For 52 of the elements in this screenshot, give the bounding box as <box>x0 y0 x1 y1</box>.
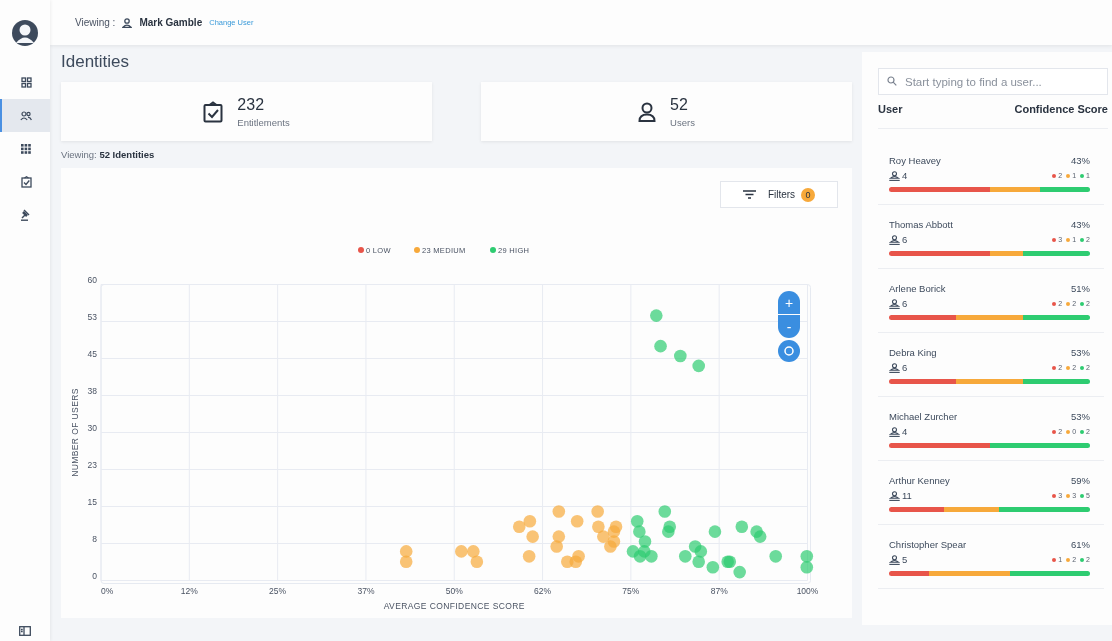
page-title: Identities <box>61 52 131 73</box>
x-tick-label: 75% <box>622 586 640 596</box>
x-tick-label: 62% <box>534 586 552 596</box>
y-tick-label: 8 <box>92 533 97 544</box>
stat-value: 52 <box>670 95 689 114</box>
confidence-score: 51% <box>1071 283 1090 294</box>
column-header: User <box>878 103 903 115</box>
user-count: 4 <box>902 170 908 181</box>
viewing-label: Viewing : <box>75 17 116 28</box>
user-count: 4 <box>902 426 908 437</box>
user-count: 5 <box>902 554 908 565</box>
column-header: Confidence Score <box>1014 103 1108 115</box>
y-tick-label: 38 <box>87 385 97 396</box>
y-axis-title: NUMBER OF USERS <box>70 388 80 477</box>
confidence-score: 53% <box>1071 411 1090 422</box>
x-tick-label: 100% <box>796 586 819 596</box>
stat-label: Users <box>670 116 695 128</box>
confidence-score: 43% <box>1071 155 1090 166</box>
confidence-score: 43% <box>1071 219 1090 230</box>
y-tick-label: 53 <box>87 311 97 322</box>
user-name: Arthur Kenney <box>889 475 950 486</box>
x-tick-label: 37% <box>357 586 375 596</box>
user-count: 6 <box>902 234 908 245</box>
user-name: Thomas Abbott <box>889 219 953 230</box>
x-tick-label: 0% <box>101 586 114 596</box>
user-name: Debra King <box>889 347 937 358</box>
y-tick-label: 15 <box>87 496 97 507</box>
user-count: 6 <box>902 362 908 373</box>
filter-count-badge: 0 <box>801 187 816 202</box>
x-tick-label: 25% <box>269 586 287 596</box>
y-tick-label: 23 <box>87 459 97 470</box>
y-tick-label: 60 <box>87 274 97 285</box>
y-tick-label: 45 <box>87 348 97 359</box>
user-name: Arlene Borick <box>889 283 946 294</box>
y-tick-label: 0 <box>92 570 97 581</box>
confidence-score: 59% <box>1071 475 1090 486</box>
x-tick-label: 50% <box>445 586 463 596</box>
user-name: Mark Gamble <box>139 17 203 28</box>
stat-value: 232 <box>237 95 266 114</box>
stat-label: Entitlements <box>237 116 290 128</box>
x-axis-title: AVERAGE CONFIDENCE SCORE <box>383 601 525 611</box>
y-tick-label: 30 <box>87 422 97 433</box>
user-name: Christopher Spear <box>889 539 967 550</box>
user-count: 11 <box>902 490 912 501</box>
confidence-score: 53% <box>1071 347 1090 358</box>
confidence-score: 61% <box>1071 539 1090 550</box>
viewing-summary: Viewing: 52 Identities <box>61 149 156 162</box>
user-name: Roy Heavey <box>889 155 941 166</box>
user-count: 6 <box>902 298 908 309</box>
x-tick-label: 12% <box>180 586 198 596</box>
user-name: Michael Zurcher <box>889 411 958 422</box>
x-tick-label: 87% <box>710 586 728 596</box>
